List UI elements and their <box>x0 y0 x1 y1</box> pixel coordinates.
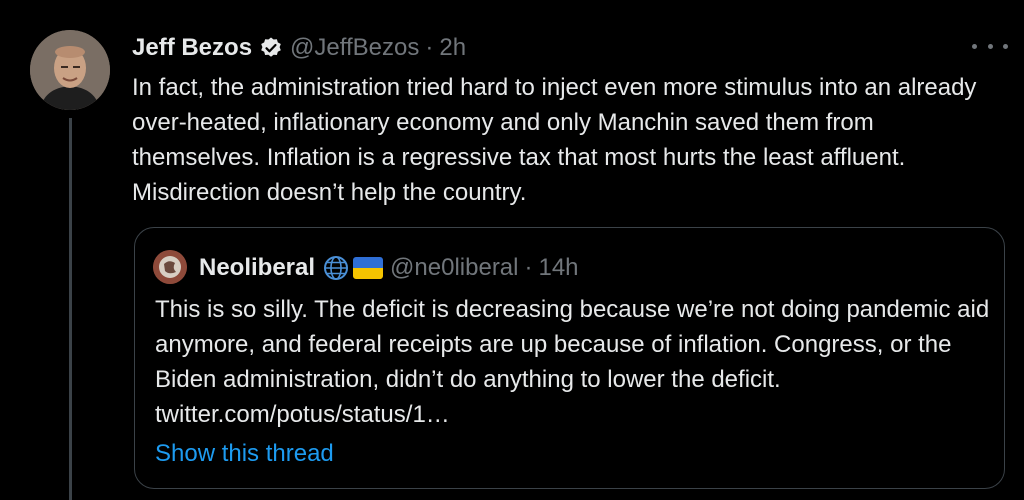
tweet[interactable]: Jeff Bezos @JeffBezos · 2h In fact, the … <box>0 0 1024 500</box>
author-name[interactable]: Jeff Bezos <box>132 34 252 62</box>
header-separator: · <box>425 34 434 61</box>
quoted-tweet-header: Neoliberal @ne0liberal · 14h <box>199 248 579 288</box>
show-thread-link[interactable]: Show this thread <box>155 436 334 471</box>
quoted-author-handle[interactable]: @ne0liberal <box>390 254 518 282</box>
tweet-timestamp[interactable]: 2h <box>439 34 466 62</box>
quoted-header-separator: · <box>524 254 533 281</box>
thread-connector-line <box>69 118 72 500</box>
quoted-tweet-text: This is so silly. The deficit is decreas… <box>155 296 990 428</box>
globe-icon <box>323 255 349 281</box>
quoted-author-avatar[interactable] <box>153 250 187 284</box>
author-avatar[interactable] <box>30 30 110 110</box>
quoted-tweet-timestamp[interactable]: 14h <box>538 254 578 282</box>
tweet-text: In fact, the administration tried hard t… <box>132 74 977 206</box>
verified-badge-icon <box>259 36 283 60</box>
quoted-author-name[interactable]: Neoliberal <box>199 254 315 282</box>
more-options-icon[interactable] <box>972 34 1008 58</box>
ukraine-flag-icon <box>353 257 384 279</box>
author-handle[interactable]: @JeffBezos <box>290 34 419 62</box>
quoted-tweet[interactable]: Neoliberal @ne0liberal · 14h This is so … <box>134 227 1005 489</box>
tweet-header: Jeff Bezos @JeffBezos · 2h <box>132 28 466 68</box>
